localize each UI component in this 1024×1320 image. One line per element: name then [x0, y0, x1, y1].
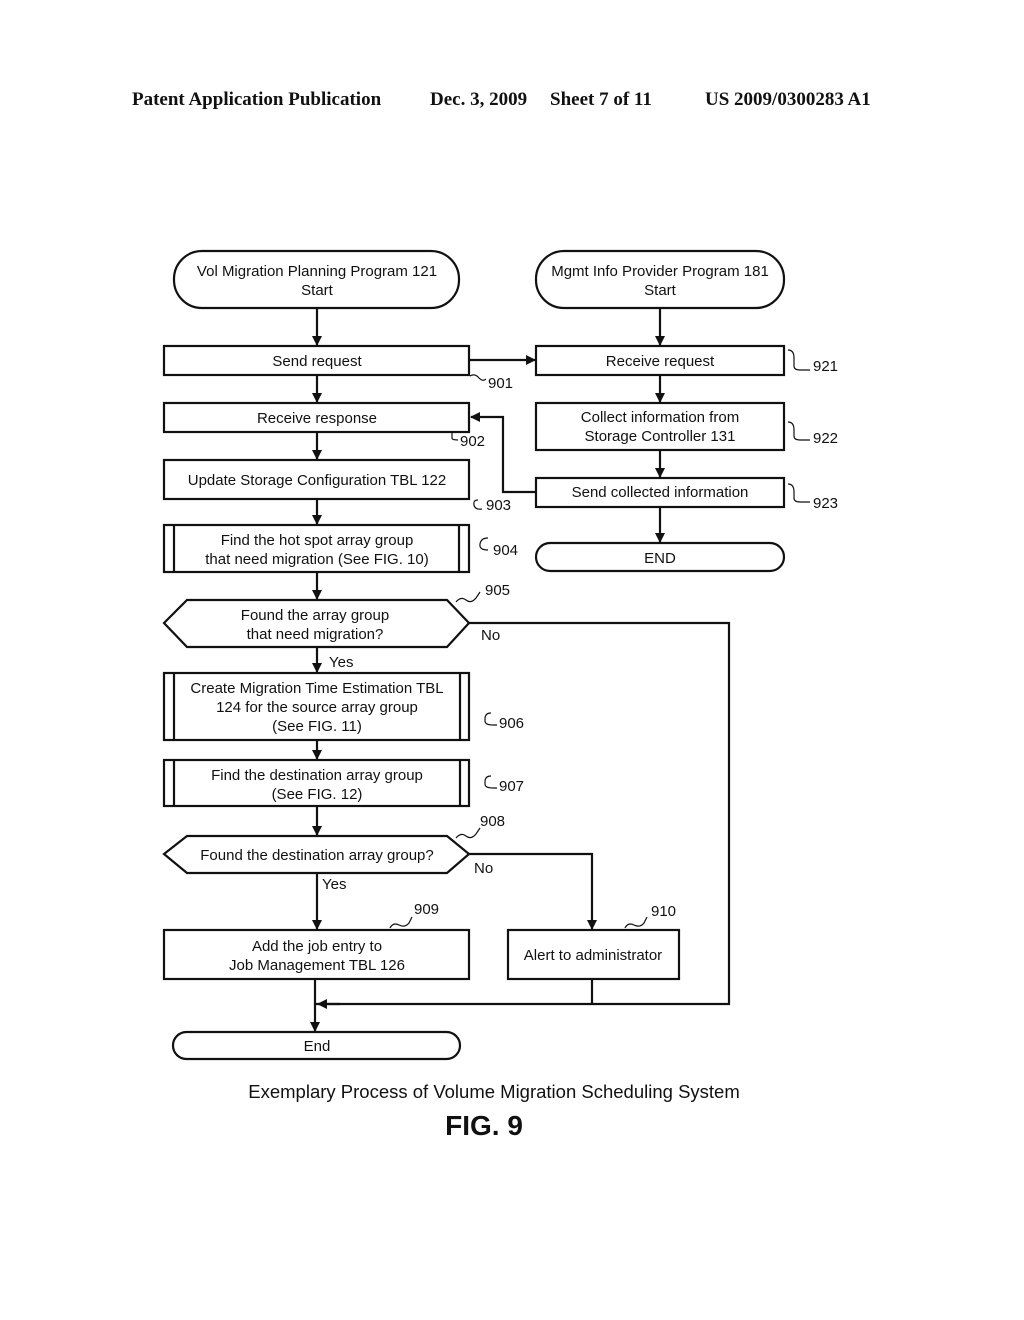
- left-end-label: End: [304, 1038, 331, 1055]
- ref-922: 922: [813, 430, 838, 447]
- step-909-line1: Add the job entry to: [252, 938, 382, 955]
- decision-908-found-destination: Found the destination array group? 908 N…: [162, 813, 505, 893]
- decision-905-no-label: No: [481, 627, 500, 644]
- figure-label: FIG. 9: [445, 1110, 523, 1141]
- right-start-line2: Start: [644, 282, 677, 299]
- step-901-label: Send request: [272, 353, 362, 370]
- arrow-923-to-902: [470, 412, 535, 494]
- ref-904: 904: [493, 542, 518, 559]
- step-906-create-estimation-table: Create Migration Time Estimation TBL 124…: [162, 671, 524, 742]
- step-902-receive-response: Receive response 902: [162, 401, 485, 450]
- decision-908-yes-label: Yes: [322, 876, 346, 893]
- left-start-line1: Vol Migration Planning Program 121: [197, 263, 437, 280]
- step-907-find-destination: Find the destination array group (See FI…: [162, 758, 524, 808]
- ref-907: 907: [499, 778, 524, 795]
- right-start-line1: Mgmt Info Provider Program 181: [551, 263, 769, 280]
- decision-908-no-label: No: [474, 860, 493, 877]
- step-904-find-hot-spot: Find the hot spot array group that need …: [162, 523, 518, 574]
- ref-906: 906: [499, 715, 524, 732]
- decision-908-label: Found the destination array group?: [200, 847, 434, 864]
- ref-921: 921: [813, 358, 838, 375]
- step-906-line2: 124 for the source array group: [216, 699, 418, 716]
- ref-905: 905: [485, 582, 510, 599]
- left-end-terminal: End: [171, 1030, 462, 1061]
- step-923-label: Send collected information: [572, 484, 749, 501]
- step-921-receive-request: Receive request 921: [534, 344, 838, 377]
- decision-905-yes-label: Yes: [329, 654, 353, 671]
- step-907-line1: Find the destination array group: [211, 767, 423, 784]
- figure-caption: Exemplary Process of Volume Migration Sc…: [248, 1081, 740, 1102]
- step-909-line2: Job Management TBL 126: [229, 957, 405, 974]
- step-922-collect-information: Collect information from Storage Control…: [534, 401, 838, 452]
- step-923-send-collected: Send collected information 923: [534, 476, 838, 512]
- step-922-line1: Collect information from: [581, 409, 739, 426]
- ref-923: 923: [813, 495, 838, 512]
- ref-908: 908: [480, 813, 505, 830]
- decision-905-found-array-group: Found the array group that need migratio…: [162, 582, 510, 671]
- ref-902: 902: [460, 433, 485, 450]
- step-922-line2: Storage Controller 131: [585, 428, 736, 445]
- step-906-line3: (See FIG. 11): [272, 718, 362, 735]
- step-907-line2: (See FIG. 12): [272, 786, 363, 803]
- step-903-label: Update Storage Configuration TBL 122: [188, 472, 447, 489]
- step-910-alert-administrator: Alert to administrator 910: [506, 903, 681, 981]
- right-start-terminal: Mgmt Info Provider Program 181 Start: [534, 249, 786, 310]
- step-903-update-config: Update Storage Configuration TBL 122 903: [162, 458, 511, 514]
- step-921-label: Receive request: [606, 353, 715, 370]
- right-end-terminal: END: [534, 541, 786, 573]
- step-910-label: Alert to administrator: [524, 947, 662, 964]
- left-start-terminal: Vol Migration Planning Program 121 Start: [172, 249, 461, 310]
- step-902-label: Receive response: [257, 410, 377, 427]
- flowchart: Vol Migration Planning Program 121 Start…: [162, 249, 838, 1141]
- decision-905-line1: Found the array group: [241, 607, 389, 624]
- step-904-line1: Find the hot spot array group: [221, 532, 414, 549]
- left-start-line2: Start: [301, 282, 334, 299]
- ref-910: 910: [651, 903, 676, 920]
- decision-905-line2: that need migration?: [247, 626, 384, 643]
- right-end-label: END: [644, 550, 676, 567]
- step-906-line1: Create Migration Time Estimation TBL: [190, 680, 443, 697]
- ref-909: 909: [414, 901, 439, 918]
- step-901-send-request: Send request 901: [162, 344, 513, 392]
- step-904-line2: that need migration (See FIG. 10): [205, 551, 428, 568]
- ref-903: 903: [486, 497, 511, 514]
- ref-901: 901: [488, 375, 513, 392]
